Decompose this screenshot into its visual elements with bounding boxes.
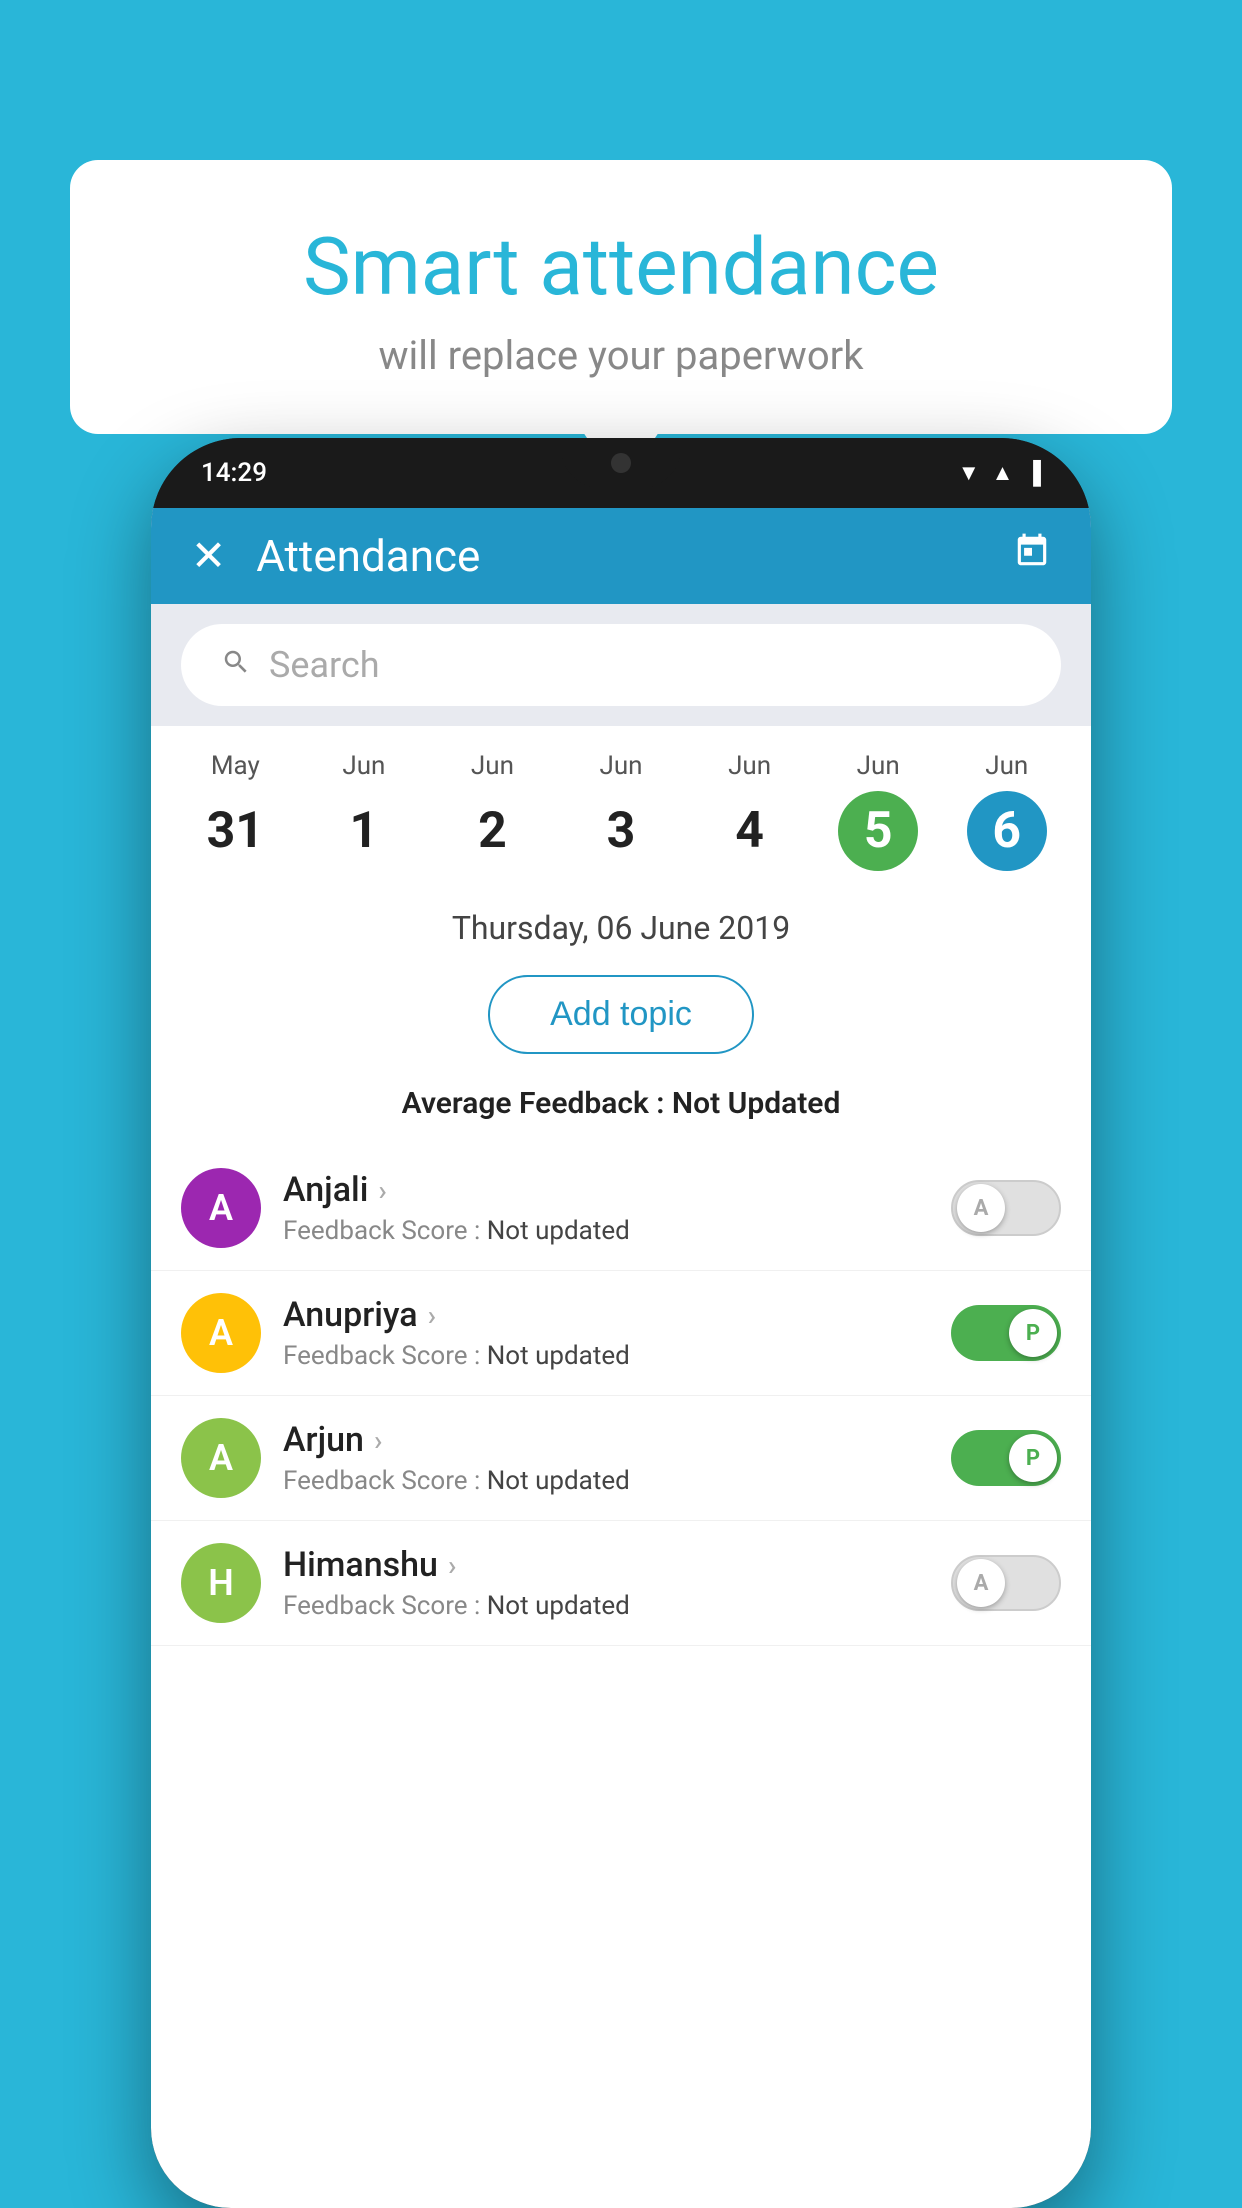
header-left: ✕ Attendance <box>191 530 480 582</box>
student-info: Anjali › Feedback Score : Not updated <box>283 1170 929 1246</box>
wifi-icon: ▼ <box>958 460 980 486</box>
cal-date-number: 1 <box>324 791 404 871</box>
cal-month-label: May <box>171 751 300 781</box>
add-topic-container: Add topic <box>151 965 1091 1076</box>
attendance-toggle[interactable]: A <box>951 1180 1061 1236</box>
notch <box>561 438 681 488</box>
close-button[interactable]: ✕ <box>191 531 226 581</box>
student-info: Arjun › Feedback Score : Not updated <box>283 1420 929 1496</box>
calendar-day[interactable]: Jun 5 <box>814 751 943 871</box>
attendance-toggle[interactable]: P <box>951 1305 1061 1361</box>
cal-month-label: Jun <box>685 751 814 781</box>
chevron-icon: › <box>428 1299 436 1332</box>
avg-feedback: Average Feedback : Not Updated <box>151 1076 1091 1146</box>
signal-icon: ▲ <box>992 460 1014 486</box>
feedback-score: Feedback Score : Not updated <box>283 1341 929 1371</box>
student-item[interactable]: A Anupriya › Feedback Score : Not updated P <box>151 1271 1091 1396</box>
toggle-knob: A <box>957 1184 1005 1232</box>
status-time: 14:29 <box>201 458 267 488</box>
phone: 14:29 ▼ ▲ ▐ ✕ Attendance <box>151 438 1091 2208</box>
cal-date-number: 5 <box>838 791 918 871</box>
chevron-icon: › <box>378 1174 386 1207</box>
avatar: A <box>181 1293 261 1373</box>
feedback-score: Feedback Score : Not updated <box>283 1216 929 1246</box>
cal-date-number: 6 <box>967 791 1047 871</box>
attendance-toggle[interactable]: P <box>951 1430 1061 1486</box>
feedback-score: Feedback Score : Not updated <box>283 1466 929 1496</box>
toggle-knob: A <box>957 1559 1005 1607</box>
chevron-icon: › <box>374 1424 382 1457</box>
student-item[interactable]: A Arjun › Feedback Score : Not updated P <box>151 1396 1091 1521</box>
search-placeholder: Search <box>269 644 380 686</box>
header-title: Attendance <box>256 530 480 582</box>
toggle-container[interactable]: A <box>951 1555 1061 1611</box>
student-info: Anupriya › Feedback Score : Not updated <box>283 1295 929 1371</box>
student-item[interactable]: A Anjali › Feedback Score : Not updated A <box>151 1146 1091 1271</box>
toggle-knob: P <box>1009 1434 1057 1482</box>
cal-month-label: Jun <box>942 751 1071 781</box>
student-name: Anjali › <box>283 1170 929 1210</box>
calendar-day[interactable]: May 31 <box>171 751 300 871</box>
cal-month-label: Jun <box>300 751 429 781</box>
student-name: Himanshu › <box>283 1545 929 1585</box>
status-bar: 14:29 ▼ ▲ ▐ <box>151 438 1091 508</box>
cal-date-number: 2 <box>452 791 532 871</box>
calendar-day[interactable]: Jun 1 <box>300 751 429 871</box>
calendar-icon[interactable] <box>1013 532 1051 580</box>
search-icon <box>221 644 251 686</box>
status-icons: ▼ ▲ ▐ <box>958 460 1041 486</box>
chevron-icon: › <box>448 1549 456 1582</box>
feedback-score: Feedback Score : Not updated <box>283 1591 929 1621</box>
speech-bubble: Smart attendance will replace your paper… <box>70 160 1172 434</box>
cal-month-label: Jun <box>814 751 943 781</box>
calendar-day[interactable]: Jun 2 <box>428 751 557 871</box>
calendar-strip: May 31 Jun 1 Jun 2 Jun 3 Jun 4 Jun 5 Jun 6 <box>151 726 1091 881</box>
cal-date-number: 3 <box>581 791 661 871</box>
search-container: Search <box>151 604 1091 726</box>
app-header: ✕ Attendance <box>151 508 1091 604</box>
cal-month-label: Jun <box>557 751 686 781</box>
student-list: AAnjali ›Feedback Score : Not updatedAAA… <box>151 1146 1091 1646</box>
toggle-container[interactable]: P <box>951 1305 1061 1361</box>
selected-date-label: Thursday, 06 June 2019 <box>151 881 1091 965</box>
calendar-day[interactable]: Jun 4 <box>685 751 814 871</box>
avg-feedback-value: Not Updated <box>672 1086 840 1121</box>
student-info: Himanshu › Feedback Score : Not updated <box>283 1545 929 1621</box>
avatar: A <box>181 1168 261 1248</box>
battery-icon: ▐ <box>1025 460 1041 486</box>
avg-feedback-label: Average Feedback : <box>402 1086 665 1121</box>
speech-bubble-subtitle: will replace your paperwork <box>120 332 1122 379</box>
camera <box>611 453 631 473</box>
cal-month-label: Jun <box>428 751 557 781</box>
toggle-container[interactable]: P <box>951 1430 1061 1486</box>
attendance-toggle[interactable]: A <box>951 1555 1061 1611</box>
avatar: A <box>181 1418 261 1498</box>
phone-screen: ✕ Attendance Search <box>151 508 1091 2208</box>
add-topic-button[interactable]: Add topic <box>488 975 754 1054</box>
calendar-day[interactable]: Jun 3 <box>557 751 686 871</box>
avatar: H <box>181 1543 261 1623</box>
speech-bubble-title: Smart attendance <box>120 220 1122 314</box>
student-name: Anupriya › <box>283 1295 929 1335</box>
student-name: Arjun › <box>283 1420 929 1460</box>
speech-bubble-container: Smart attendance will replace your paper… <box>70 160 1172 434</box>
student-item[interactable]: H Himanshu › Feedback Score : Not updated A <box>151 1521 1091 1646</box>
cal-date-number: 4 <box>710 791 790 871</box>
phone-wrapper: 14:29 ▼ ▲ ▐ ✕ Attendance <box>151 438 1091 2208</box>
toggle-knob: P <box>1009 1309 1057 1357</box>
cal-date-number: 31 <box>195 791 275 871</box>
toggle-container[interactable]: A <box>951 1180 1061 1236</box>
calendar-day[interactable]: Jun 6 <box>942 751 1071 871</box>
search-bar[interactable]: Search <box>181 624 1061 706</box>
